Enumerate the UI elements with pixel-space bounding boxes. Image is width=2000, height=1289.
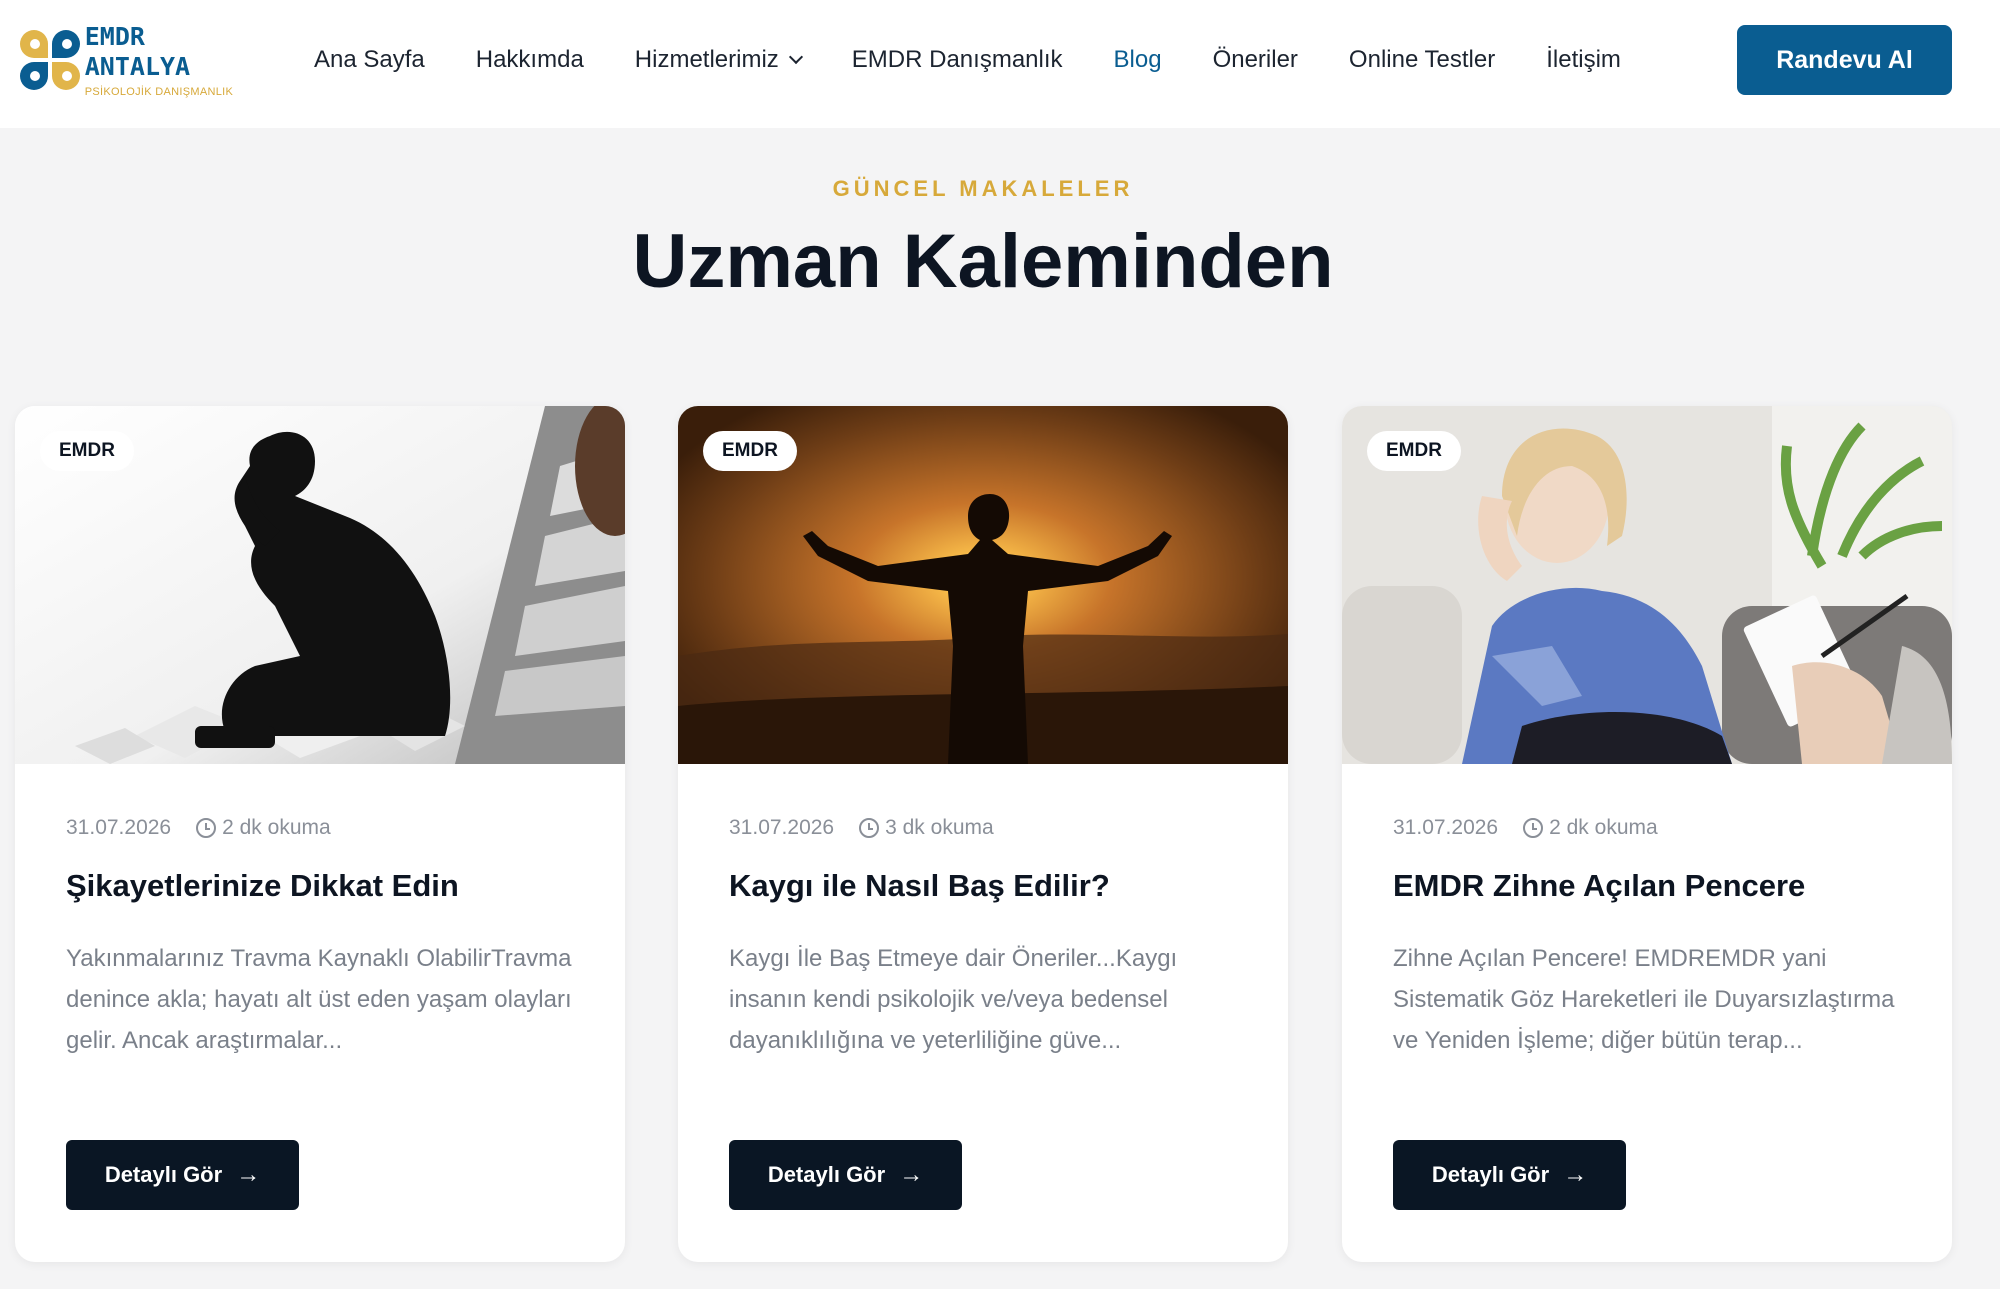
clock-icon — [859, 818, 880, 838]
section-title: Uzman Kaleminden — [632, 219, 1334, 304]
nav-item-online-testler[interactable]: Online Testler — [1349, 46, 1495, 74]
read-time: 2 dk okuma — [222, 816, 331, 839]
site-logo[interactable]: EMDR ANTALYA PSİKOLOJİK DANIŞMANLIK — [20, 22, 250, 98]
card-title[interactable]: Şikayetlerinize Dikkat Edin — [66, 868, 596, 904]
nav-item-label: Hizmetlerimiz — [634, 46, 779, 73]
detail-button-label: Detaylı Gör — [104, 1162, 223, 1187]
post-date: 31.07.2026 — [66, 816, 172, 839]
nav-item-emdr-danismanlik[interactable]: EMDR Danışmanlık — [852, 46, 1063, 74]
card-excerpt: Yakınmalarınız Travma Kaynaklı OlabilirT… — [66, 945, 572, 1054]
chevron-down-icon — [788, 49, 803, 65]
card-title[interactable]: Kaygı ile Nasıl Baş Edilir? — [729, 868, 1259, 904]
nav-item-iletisim[interactable]: İletişim — [1546, 46, 1621, 74]
blog-card: EMDR 31.07.2026 2 dk okuma EMDR Zihne Aç… — [1342, 406, 1952, 1262]
detail-button-label: Detaylı Gör — [767, 1162, 886, 1187]
nav-item-hizmetlerimiz[interactable]: Hizmetlerimiz — [634, 46, 803, 74]
post-date: 31.07.2026 — [1393, 816, 1499, 839]
category-tag[interactable]: EMDR — [1367, 431, 1461, 471]
arrow-right-icon: → — [1563, 1161, 1588, 1188]
nav-item-oneriler[interactable]: Öneriler — [1213, 46, 1298, 74]
card-meta: 31.07.2026 2 dk okuma — [1393, 816, 1658, 840]
arrow-right-icon: → — [899, 1161, 924, 1188]
card-excerpt: Kaygı İle Baş Etmeye dair Öneriler...Kay… — [729, 945, 1178, 1054]
card-excerpt: Zihne Açılan Pencere! EMDREMDR yani Sist… — [1393, 945, 1895, 1054]
logo-mark-icon — [20, 30, 80, 90]
category-tag[interactable]: EMDR — [703, 431, 797, 471]
detail-button[interactable]: Detaylı Gör → — [66, 1140, 299, 1210]
clock-icon — [196, 818, 217, 838]
silhouette-man-head-in-hand-icon[interactable]: EMDR — [15, 406, 625, 764]
clock-icon — [1523, 818, 1544, 838]
main-nav: Ana Sayfa Hakkımda Hizmetlerimiz EMDR Da… — [314, 40, 1672, 80]
read-time: 3 dk okuma — [885, 816, 994, 839]
nav-item-blog[interactable]: Blog — [1114, 46, 1162, 74]
detail-button-label: Detaylı Gör — [1431, 1162, 1550, 1187]
appointment-button[interactable]: Randevu Al — [1737, 25, 1952, 95]
detail-button[interactable]: Detaylı Gör → — [729, 1140, 962, 1210]
logo-title: EMDR ANTALYA — [84, 22, 191, 81]
blog-card: EMDR 31.07.2026 3 dk okuma Kaygı ile Nas… — [678, 406, 1288, 1262]
section-eyebrow: GÜNCEL MAKALELER — [832, 176, 1134, 201]
blog-card: EMDR 31.07.2026 2 dk okuma Şikayetlerini… — [15, 406, 625, 1262]
post-date: 31.07.2026 — [729, 816, 835, 839]
card-meta: 31.07.2026 3 dk okuma — [729, 816, 994, 840]
category-tag[interactable]: EMDR — [40, 431, 134, 471]
nav-item-ana-sayfa[interactable]: Ana Sayfa — [314, 46, 425, 74]
logo-subtitle: PSİKOLOJİK DANIŞMANLIK — [84, 86, 234, 98]
card-title[interactable]: EMDR Zihne Açılan Pencere — [1393, 868, 1923, 904]
woman-therapy-session-icon[interactable]: EMDR — [1342, 406, 1952, 764]
arrow-right-icon: → — [236, 1161, 261, 1188]
site-header: EMDR ANTALYA PSİKOLOJİK DANIŞMANLIK Ana … — [0, 0, 2000, 128]
read-time: 2 dk okuma — [1549, 816, 1658, 839]
detail-button[interactable]: Detaylı Gör → — [1393, 1140, 1626, 1210]
man-arms-open-sunset-icon[interactable]: EMDR — [678, 406, 1288, 764]
card-meta: 31.07.2026 2 dk okuma — [66, 816, 331, 840]
nav-item-hakkimda[interactable]: Hakkımda — [476, 46, 584, 74]
